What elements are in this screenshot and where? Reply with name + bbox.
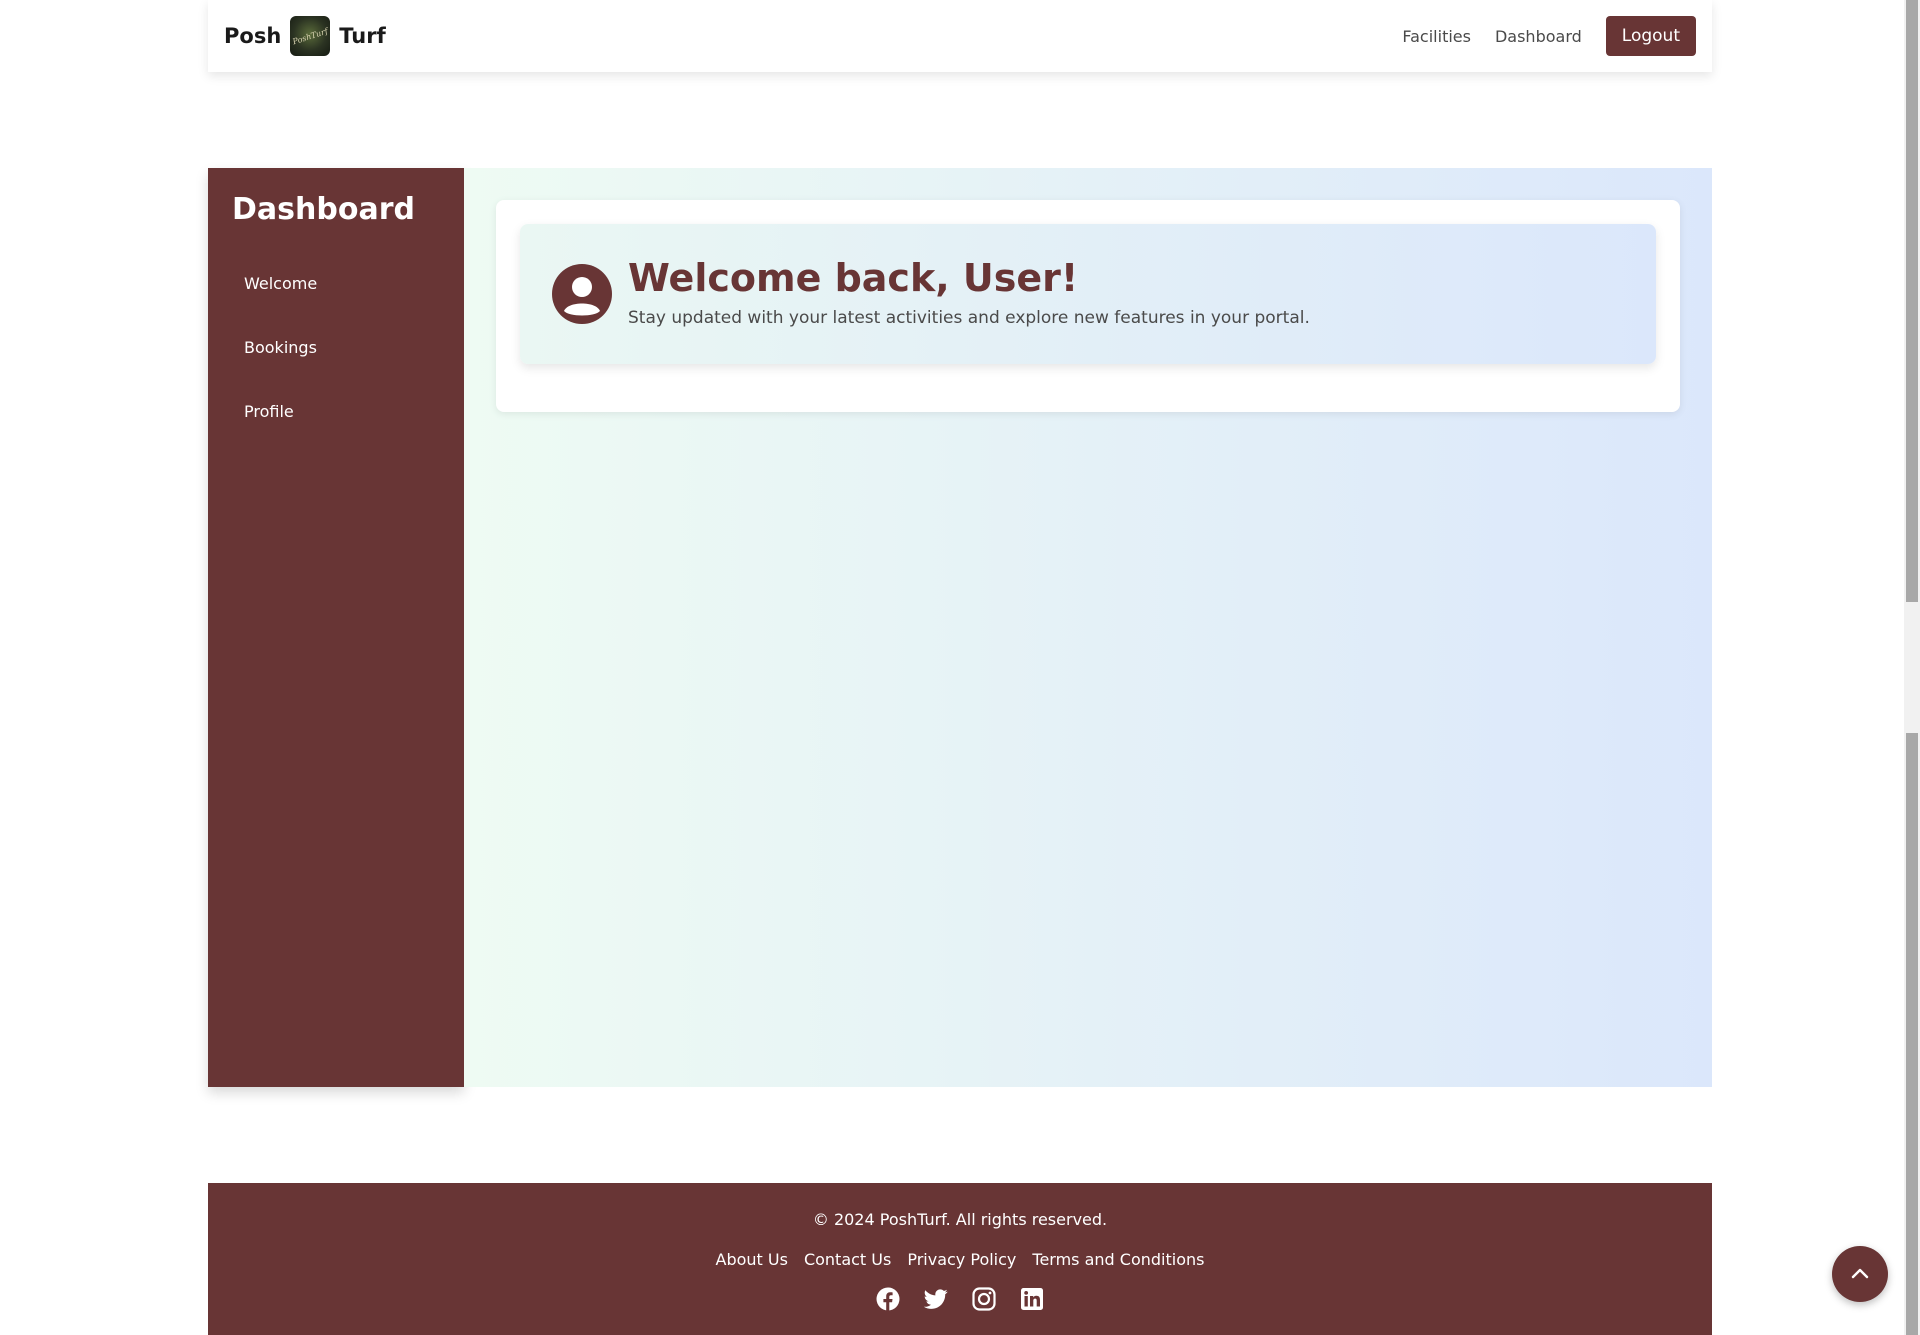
sidebar-title: Dashboard [232,192,415,227]
back-to-top-button[interactable] [1832,1246,1888,1302]
footer-link-terms[interactable]: Terms and Conditions [1032,1250,1204,1269]
linkedin-icon[interactable] [1020,1287,1044,1311]
chevron-up-icon [1851,1268,1869,1279]
footer-link-about[interactable]: About Us [716,1250,788,1269]
brand-logo-text: PoshTurf [291,26,329,46]
footer: © 2024 PoshTurf. All rights reserved. Ab… [208,1183,1712,1335]
sidebar: Dashboard Welcome Bookings Profile [208,168,464,1087]
main-content: Welcome back, User! Stay updated with yo… [464,168,1712,1087]
logout-button[interactable]: Logout [1605,16,1696,56]
copyright-text: © 2024 PoshTurf. All rights reserved. [812,1210,1108,1229]
sidebar-item-bookings[interactable]: Bookings [244,338,317,357]
page-scrollbar[interactable] [1904,0,1920,1335]
nav-link-facilities[interactable]: Facilities [1402,27,1471,46]
social-links [208,1287,1712,1311]
welcome-title: Welcome back, User! [628,256,1079,300]
welcome-subtitle: Stay updated with your latest activities… [628,308,1310,328]
instagram-icon[interactable] [972,1287,996,1311]
sidebar-item-welcome[interactable]: Welcome [244,274,317,293]
facebook-icon[interactable] [876,1287,900,1311]
user-circle-icon [552,264,612,324]
scrollbar-thumb[interactable] [1906,0,1918,602]
top-navbar: Posh PoshTurf Turf Facilities Dashboard … [208,0,1712,72]
sidebar-item-profile[interactable]: Profile [244,402,294,421]
welcome-banner: Welcome back, User! Stay updated with yo… [520,224,1656,364]
brand-text-right: Turf [339,24,386,48]
brand[interactable]: Posh PoshTurf Turf [224,16,386,56]
footer-link-privacy[interactable]: Privacy Policy [907,1250,1016,1269]
footer-links: About Us Contact Us Privacy Policy Terms… [208,1250,1712,1269]
brand-logo: PoshTurf [290,16,331,56]
nav-link-dashboard[interactable]: Dashboard [1495,27,1582,46]
nav-links: Facilities Dashboard Logout [1402,16,1696,56]
twitter-icon[interactable] [924,1287,948,1311]
footer-link-contact[interactable]: Contact Us [804,1250,891,1269]
welcome-card: Welcome back, User! Stay updated with yo… [496,200,1680,412]
brand-text-left: Posh [224,24,282,48]
scrollbar-thumb-lower[interactable] [1906,733,1918,1335]
